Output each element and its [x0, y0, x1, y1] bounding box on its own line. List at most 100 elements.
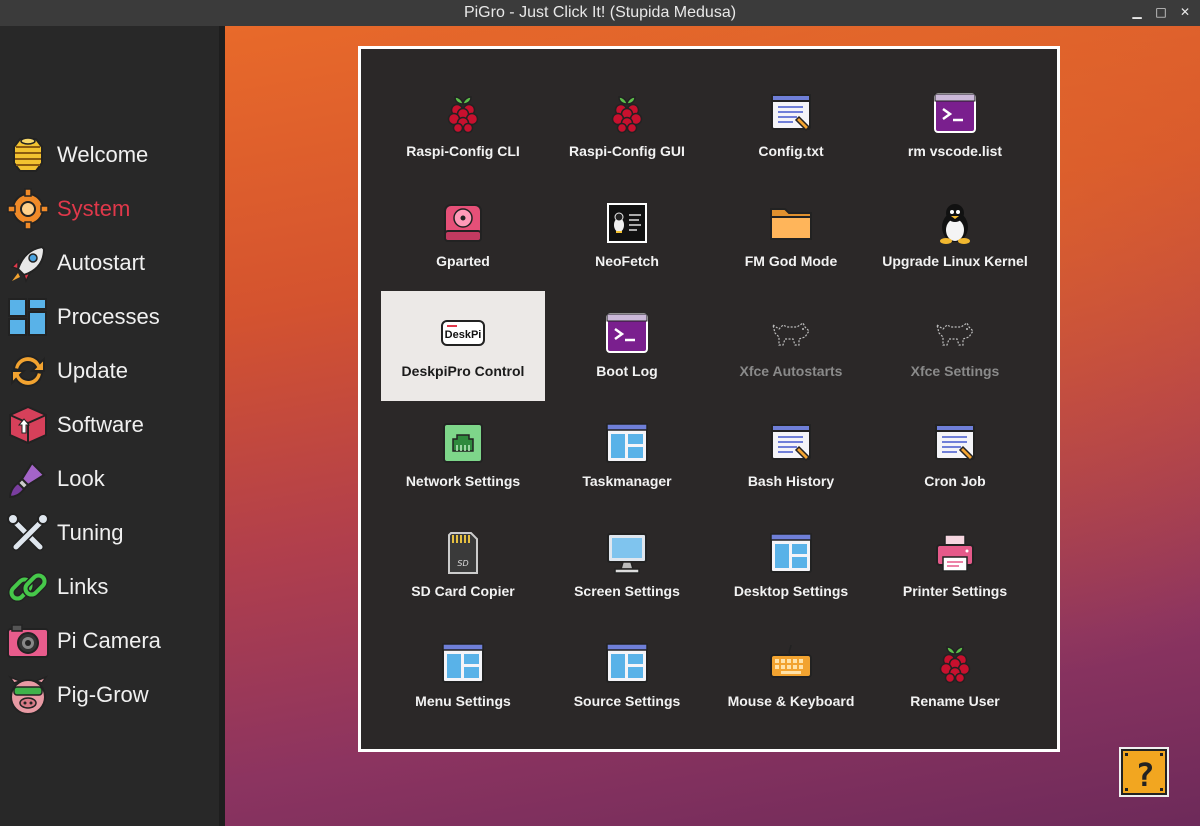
tile-bash-history[interactable]: Bash History	[709, 401, 873, 511]
tile-label: Cron Job	[924, 473, 986, 489]
camera-icon	[7, 624, 49, 658]
network-port-icon	[443, 423, 483, 463]
tile-cron-job[interactable]: Cron Job	[873, 401, 1037, 511]
minimize-button[interactable]: ▁	[1130, 5, 1144, 19]
tile-label: DeskpiPro Control	[401, 363, 525, 379]
window-tiles-icon	[8, 298, 47, 336]
tile-config-txt[interactable]: Config.txt	[709, 71, 873, 181]
tile-rm-vscode-list[interactable]: rm vscode.list	[873, 71, 1037, 181]
printer-icon	[936, 534, 974, 572]
tile-label: Config.txt	[758, 143, 824, 159]
sidebar-item-label: Processes	[57, 304, 160, 329]
folder-icon	[770, 208, 812, 240]
tile-source-settings[interactable]: Source Settings	[545, 621, 709, 731]
help-button[interactable]: ?	[1118, 746, 1170, 798]
deskpi-logo-icon: DeskPi	[441, 320, 485, 346]
svg-text:SD: SD	[457, 559, 468, 568]
tile-label: rm vscode.list	[907, 143, 1003, 159]
tile-taskmanager[interactable]: Taskmanager	[545, 401, 709, 511]
tile-label: Xfce Settings	[910, 363, 1000, 379]
monitor-icon	[607, 533, 647, 574]
sidebar-item-update[interactable]: Update	[6, 348, 216, 394]
refresh-arrows-icon	[11, 355, 45, 387]
tile-fm-god-mode[interactable]: FM God Mode	[709, 181, 873, 291]
raspberry-icon	[447, 96, 479, 134]
sidebar-item-system[interactable]: System	[6, 186, 216, 232]
tile-label: Gparted	[436, 253, 490, 269]
tile-gparted[interactable]: Gparted	[381, 181, 545, 291]
tile-sd-card-copier[interactable]: SD SD Card Copier	[381, 511, 545, 621]
tile-label: Desktop Settings	[733, 583, 849, 599]
window-layout-icon	[770, 533, 812, 573]
tile-boot-log[interactable]: Boot Log	[545, 291, 709, 401]
tile-xfce-settings[interactable]: Xfce Settings	[873, 291, 1037, 401]
window-layout-icon	[606, 643, 648, 683]
sidebar-item-label: Links	[57, 574, 109, 599]
terminal-icon	[934, 93, 976, 133]
tux-penguin-icon	[940, 204, 970, 244]
text-editor-icon	[935, 424, 975, 462]
tile-label: NeoFetch	[595, 253, 659, 269]
paint-brush-icon	[8, 461, 46, 499]
tile-screen-settings[interactable]: Screen Settings	[545, 511, 709, 621]
sidebar-item-links[interactable]: Links	[6, 564, 216, 610]
sidebar-item-processes[interactable]: Processes	[6, 294, 216, 340]
package-box-icon	[9, 405, 47, 445]
neofetch-terminal-icon	[607, 203, 647, 243]
raspberry-icon	[939, 646, 971, 684]
tile-label: Boot Log	[596, 363, 658, 379]
pig-face-icon	[8, 675, 48, 715]
sidebar: Welcome System Autostart Processes Updat…	[0, 26, 219, 826]
deskpi-logo-text: DeskPi	[445, 329, 482, 341]
sidebar-item-label: System	[57, 196, 131, 221]
tile-network-settings[interactable]: Network Settings	[381, 401, 545, 511]
terminal-icon	[606, 313, 648, 353]
gear-icon	[7, 188, 49, 230]
sidebar-item-software[interactable]: Software	[6, 402, 216, 448]
raspberry-icon	[611, 96, 643, 134]
tile-rename-user[interactable]: Rename User	[873, 621, 1037, 731]
tile-label: Mouse & Keyboard	[727, 693, 855, 709]
sidebar-item-label: Pig-Grow	[57, 682, 149, 707]
sidebar-item-label: Autostart	[57, 250, 146, 275]
system-tools-panel: Raspi-Config CLI Raspi-Config GUI Config…	[358, 46, 1060, 752]
tile-label: SD Card Copier	[411, 583, 515, 599]
xfce-mouse-icon	[936, 322, 974, 346]
sidebar-item-label: Pi Camera	[57, 628, 161, 653]
tile-xfce-autostarts[interactable]: Xfce Autostarts	[709, 291, 873, 401]
tile-label: Network Settings	[405, 473, 521, 489]
tile-label: Upgrade Linux Kernel	[882, 253, 1028, 269]
sidebar-item-tuning[interactable]: Tuning	[6, 510, 216, 556]
tile-raspi-config-cli[interactable]: Raspi-Config CLI	[381, 71, 545, 181]
tile-label: Xfce Autostarts	[739, 363, 843, 379]
sidebar-item-label: Software	[57, 412, 144, 437]
tile-printer-settings[interactable]: Printer Settings	[873, 511, 1037, 621]
tile-label: Raspi-Config CLI	[406, 143, 520, 159]
sidebar-item-label: Look	[57, 466, 105, 491]
maximize-button[interactable]: □	[1154, 5, 1168, 19]
tile-label: Screen Settings	[574, 583, 680, 599]
disk-drive-icon	[444, 204, 482, 242]
tile-mouse-keyboard[interactable]: Mouse & Keyboard	[709, 621, 873, 731]
tile-upgrade-linux-kernel[interactable]: Upgrade Linux Kernel	[873, 181, 1037, 291]
wrenches-icon	[7, 513, 49, 551]
sidebar-item-welcome[interactable]: Welcome	[6, 132, 216, 178]
tile-raspi-config-gui[interactable]: Raspi-Config GUI	[545, 71, 709, 181]
sidebar-item-look[interactable]: Look	[6, 456, 216, 502]
close-button[interactable]: ✕	[1178, 5, 1192, 19]
window-title: PiGro - Just Click It! (Stupida Medusa)	[463, 4, 737, 21]
tile-deskpipro-control[interactable]: DeskPi DeskpiPro Control	[381, 291, 545, 401]
sidebar-item-pig-grow[interactable]: Pig-Grow	[6, 672, 216, 718]
tile-label: Bash History	[747, 473, 835, 489]
sidebar-item-label: Tuning	[57, 520, 124, 545]
xfce-mouse-icon	[772, 322, 810, 346]
sidebar-item-pi-camera[interactable]: Pi Camera	[6, 618, 216, 664]
tile-neofetch[interactable]: NeoFetch	[545, 181, 709, 291]
text-editor-icon	[771, 94, 811, 132]
tile-label: Printer Settings	[902, 583, 1008, 599]
sidebar-item-autostart[interactable]: Autostart	[6, 240, 216, 286]
tile-menu-settings[interactable]: Menu Settings	[381, 621, 545, 731]
bee-hive-icon	[13, 137, 43, 172]
keyboard-icon	[770, 644, 812, 678]
tile-desktop-settings[interactable]: Desktop Settings	[709, 511, 873, 621]
